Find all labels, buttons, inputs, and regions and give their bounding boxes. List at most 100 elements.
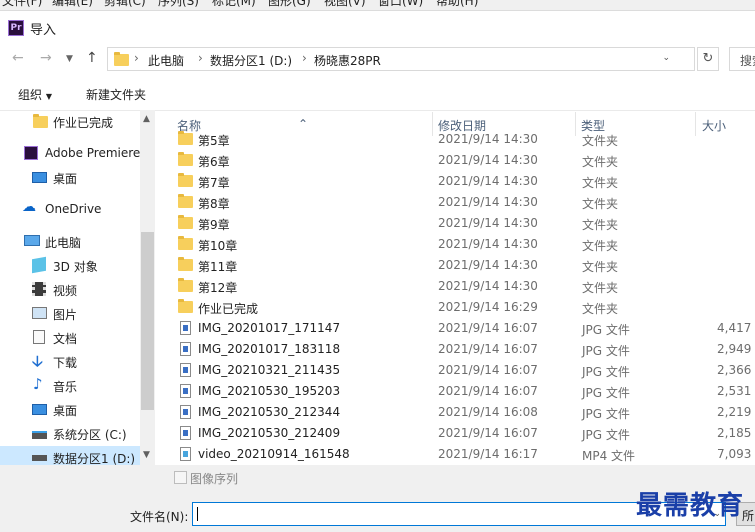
jpg-file-icon xyxy=(180,363,191,377)
refresh-button[interactable]: ↻ xyxy=(697,47,719,71)
sidebar-item-pictures[interactable]: 图片 xyxy=(0,302,140,324)
sidebar-item-videos[interactable]: 视频 xyxy=(0,278,140,300)
sidebar-item-this-pc[interactable]: 此电脑 xyxy=(0,230,140,252)
file-name: IMG_20210321_211435 xyxy=(198,363,341,377)
cube-icon xyxy=(32,256,46,274)
menu-marker[interactable]: 标记(M) xyxy=(212,0,256,9)
breadcrumb-drive-d[interactable]: 数据分区1 (D:) xyxy=(210,52,292,69)
scroll-up-icon[interactable]: ▲ xyxy=(143,114,150,124)
file-date: 2021/9/14 16:07 xyxy=(438,426,538,440)
file-name: 第11章 xyxy=(198,260,238,274)
file-row[interactable]: 第11章 2021/9/14 14:30 文件夹 xyxy=(175,254,755,275)
up-arrow-icon[interactable]: ↑ xyxy=(86,50,98,66)
sidebar-item-label: OneDrive xyxy=(45,202,102,216)
address-dropdown-icon[interactable]: ⌄ xyxy=(662,53,670,63)
address-bar[interactable]: › 此电脑 › 数据分区1 (D:) › 杨晓惠28PR ⌄ xyxy=(107,47,695,71)
scrollbar-thumb[interactable] xyxy=(141,232,154,410)
image-sequence-label: 图像序列 xyxy=(190,472,239,486)
sidebar-item-drive-d[interactable]: 数据分区1 (D:) xyxy=(0,446,140,465)
file-date: 2021/9/14 16:07 xyxy=(438,384,538,398)
file-row[interactable]: IMG_20210530_212344 2021/9/14 16:08 JPG … xyxy=(175,401,755,422)
menu-graphics[interactable]: 图形(G) xyxy=(268,0,311,9)
recent-locations-chevron-icon[interactable]: ▼ xyxy=(66,54,73,64)
sidebar-item-label: 文档 xyxy=(53,332,78,346)
file-row[interactable]: 第7章 2021/9/14 14:30 文件夹 xyxy=(175,170,755,191)
file-row[interactable]: IMG_20210530_195203 2021/9/14 16:07 JPG … xyxy=(175,380,755,401)
file-date: 2021/9/14 16:29 xyxy=(438,300,538,314)
premiere-icon xyxy=(24,146,38,160)
file-row[interactable]: IMG_20210321_211435 2021/9/14 16:07 JPG … xyxy=(175,359,755,380)
sidebar-item-adobe-premiere[interactable]: Adobe Premiere xyxy=(0,142,140,164)
sidebar-item-label: 下载 xyxy=(53,356,78,370)
search-input[interactable]: 搜索 xyxy=(729,47,755,71)
scroll-down-icon[interactable]: ▼ xyxy=(143,450,150,460)
file-row[interactable]: 第9章 2021/9/14 14:30 文件夹 xyxy=(175,212,755,233)
sidebar-item-documents[interactable]: 文档 xyxy=(0,326,140,348)
file-date: 2021/9/14 14:30 xyxy=(438,279,538,293)
file-name: 第8章 xyxy=(198,197,230,211)
sidebar-scrollbar[interactable]: ▲ ▼ xyxy=(140,110,155,465)
breadcrumb-separator-icon[interactable]: › xyxy=(134,51,139,65)
sidebar-item-music[interactable]: ♪ 音乐 xyxy=(0,374,140,396)
file-row[interactable]: IMG_20210530_212409 2021/9/14 16:07 JPG … xyxy=(175,422,755,443)
file-row[interactable]: 第12章 2021/9/14 14:30 文件夹 xyxy=(175,275,755,296)
new-folder-button[interactable]: 新建文件夹 xyxy=(86,86,146,103)
image-sequence-checkbox[interactable] xyxy=(174,471,187,484)
jpg-file-icon xyxy=(180,405,191,419)
menu-help[interactable]: 帮助(H) xyxy=(436,0,478,9)
file-row[interactable]: IMG_20201017_171147 2021/9/14 16:07 JPG … xyxy=(175,317,755,338)
file-row[interactable]: video_20210914_161548 2021/9/14 16:17 MP… xyxy=(175,443,755,464)
file-date: 2021/9/14 14:30 xyxy=(438,237,538,251)
file-row[interactable]: 第10章 2021/9/14 14:30 文件夹 xyxy=(175,233,755,254)
sidebar-item-label: 此电脑 xyxy=(45,236,82,250)
pictures-icon xyxy=(32,307,47,319)
sidebar-item-homework-done[interactable]: 作业已完成 xyxy=(0,110,140,132)
file-size: 2,366 K xyxy=(717,363,755,377)
menu-clip[interactable]: 剪辑(C) xyxy=(104,0,146,9)
refresh-icon: ↻ xyxy=(702,51,714,66)
breadcrumb-this-pc[interactable]: 此电脑 xyxy=(148,52,184,69)
jpg-file-icon xyxy=(180,321,191,335)
folder-icon xyxy=(178,236,193,250)
computer-icon xyxy=(24,235,40,246)
back-arrow-icon[interactable]: ← xyxy=(12,50,24,66)
file-row[interactable]: 第6章 2021/9/14 14:30 文件夹 xyxy=(175,149,755,170)
folder-icon xyxy=(178,194,193,208)
file-date: 2021/9/14 14:30 xyxy=(438,153,538,167)
sidebar-item-downloads[interactable]: 🡣 下载 xyxy=(0,350,140,372)
watermark-text: 最需教育 xyxy=(636,491,745,521)
file-row[interactable]: 第8章 2021/9/14 14:30 文件夹 xyxy=(175,191,755,212)
forward-arrow-icon[interactable]: → xyxy=(40,50,52,66)
file-name: IMG_20201017_183118 xyxy=(198,342,341,356)
menu-edit[interactable]: 编辑(E) xyxy=(52,0,93,9)
breadcrumb-separator-icon[interactable]: › xyxy=(198,51,203,65)
sidebar-item-onedrive[interactable]: ☁ OneDrive xyxy=(0,198,140,220)
file-row[interactable]: 第5章 2021/9/14 14:30 文件夹 xyxy=(175,128,755,149)
file-row[interactable]: 作业已完成 2021/9/14 16:29 文件夹 xyxy=(175,296,755,317)
file-name: video_20210914_161548 xyxy=(198,447,350,461)
download-icon: 🡣 xyxy=(32,352,43,370)
menu-file[interactable]: 文件(F) xyxy=(2,0,42,9)
sidebar-item-desktop[interactable]: 桌面 xyxy=(0,166,140,188)
folder-icon xyxy=(178,278,193,292)
file-date: 2021/9/14 14:30 xyxy=(438,174,538,188)
menu-sequence[interactable]: 序列(S) xyxy=(158,0,199,9)
file-name: 第9章 xyxy=(198,218,230,232)
organize-button[interactable]: 组织 ▼ xyxy=(18,86,52,103)
file-size: 2,219 K xyxy=(717,405,755,419)
file-row[interactable]: IMG_20201017_183118 2021/9/14 16:07 JPG … xyxy=(175,338,755,359)
sidebar-item-drive-c[interactable]: 系统分区 (C:) xyxy=(0,422,140,444)
navigation-pane: 作业已完成 Adobe Premiere 桌面 ☁ OneDrive 此电脑 3… xyxy=(0,110,155,465)
breadcrumb-current-folder[interactable]: 杨晓惠28PR xyxy=(314,52,381,69)
menu-view[interactable]: 视图(V) xyxy=(324,0,366,9)
file-date: 2021/9/14 14:30 xyxy=(438,216,538,230)
sidebar-item-3d-objects[interactable]: 3D 对象 xyxy=(0,254,140,276)
organize-label: 组织 xyxy=(18,88,43,102)
menu-window[interactable]: 窗口(W) xyxy=(378,0,423,9)
sidebar-item-label: 桌面 xyxy=(53,172,78,186)
file-type: 文件夹 xyxy=(582,281,619,295)
file-type: 文件夹 xyxy=(582,155,619,169)
breadcrumb-separator-icon[interactable]: › xyxy=(302,51,307,65)
document-icon xyxy=(33,330,45,344)
sidebar-item-desktop-2[interactable]: 桌面 xyxy=(0,398,140,420)
